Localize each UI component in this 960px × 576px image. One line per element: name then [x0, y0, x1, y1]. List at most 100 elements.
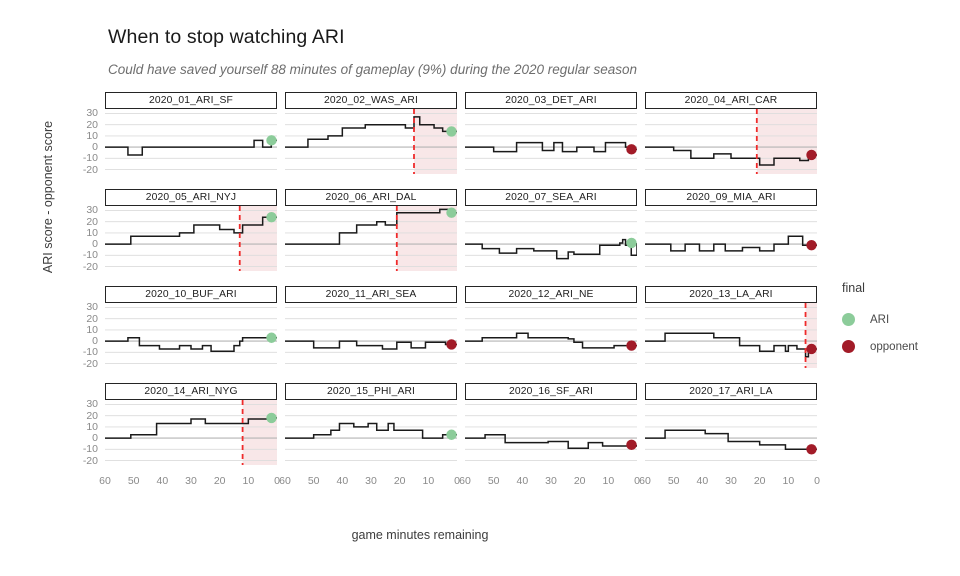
- y-tick-label: 10: [86, 420, 98, 433]
- facet-strip-label: 2020_14_ARI_NYG: [105, 383, 277, 400]
- x-tick-label: 40: [516, 475, 529, 487]
- facet-plot-area: [105, 206, 277, 271]
- facet-plot-area: [285, 303, 457, 368]
- x-tick-label: 50: [487, 475, 500, 487]
- x-tick-label: 20: [573, 475, 586, 487]
- score-differential-line: [285, 340, 457, 350]
- x-tick-label: 20: [753, 475, 766, 487]
- legend-item-label: opponent: [870, 340, 918, 353]
- final-result-dot: [266, 212, 277, 223]
- facet-strip-label: 2020_12_ARI_NE: [465, 286, 637, 303]
- facet-plot-area: [645, 206, 817, 271]
- facet-plot-area: [645, 303, 817, 368]
- x-tick-label: 30: [185, 475, 197, 487]
- x-tick-label: 60: [639, 475, 651, 487]
- score-differential-line: [645, 429, 817, 451]
- x-tick-label: 30: [545, 475, 557, 487]
- final-result-dot: [806, 240, 817, 251]
- y-tick-label: 20: [86, 118, 98, 131]
- final-result-dot: [806, 149, 817, 161]
- facet-panel: 2020_16_SF_ARI: [465, 383, 637, 465]
- facet-plot-area: [465, 303, 637, 368]
- facet-panel: 2020_12_ARI_NE: [465, 286, 637, 368]
- x-tick-label: 60: [459, 475, 471, 487]
- skippable-region: [756, 109, 817, 174]
- facet-panel: 2020_04_ARI_CAR: [645, 92, 817, 174]
- legend-dot-icon: [842, 340, 855, 353]
- facet-panel: 2020_05_ARI_NYJ: [105, 189, 277, 271]
- facet-strip-label: 2020_13_LA_ARI: [645, 286, 817, 303]
- y-tick-label: -10: [82, 443, 98, 456]
- y-tick-label: 0: [92, 335, 98, 348]
- facet-strip-label: 2020_17_ARI_LA: [645, 383, 817, 400]
- y-tick-label: -20: [82, 260, 98, 273]
- x-tick-label: 50: [667, 475, 680, 487]
- facet-plot-area: [285, 109, 457, 174]
- facet-strip-label: 2020_09_MIA_ARI: [645, 189, 817, 206]
- facet-strip-label: 2020_07_SEA_ARI: [465, 189, 637, 206]
- facet-plot-area: [105, 303, 277, 368]
- facet-strip-label: 2020_15_PHI_ARI: [285, 383, 457, 400]
- facet-plot-area: [105, 400, 277, 465]
- x-tick-label: 40: [696, 475, 709, 487]
- x-tick-label: 20: [393, 475, 406, 487]
- y-tick-label: 0: [92, 238, 98, 251]
- x-tick-label: 50: [307, 475, 320, 487]
- facet-panel: 2020_02_WAS_ARI: [285, 92, 457, 174]
- legend-title: final: [842, 281, 865, 295]
- facet-strip-label: 2020_02_WAS_ARI: [285, 92, 457, 109]
- facet-panel: 2020_13_LA_ARI: [645, 286, 817, 368]
- y-tick-label: -20: [82, 163, 98, 176]
- y-tick-label: -10: [82, 152, 98, 165]
- y-tick-label: 30: [86, 398, 98, 411]
- y-tick-label: 10: [86, 226, 98, 239]
- y-tick-label: 30: [86, 301, 98, 314]
- facet-panel: 2020_03_DET_ARI: [465, 92, 637, 174]
- y-tick-label: 30: [86, 107, 98, 120]
- facet-plot-area: [465, 206, 637, 271]
- legend-item[interactable]: ARI: [842, 306, 918, 333]
- y-tick-label: 20: [86, 215, 98, 228]
- facet-plot-area: [465, 400, 637, 465]
- score-differential-line: [465, 433, 637, 449]
- x-tick-label: 10: [422, 475, 435, 487]
- legend-dot-icon: [842, 313, 855, 326]
- x-tick-label: 40: [156, 475, 169, 487]
- page-subtitle: Could have saved yourself 88 minutes of …: [108, 62, 638, 77]
- final-result-dot: [266, 412, 277, 424]
- facet-strip-label: 2020_11_ARI_SEA: [285, 286, 457, 303]
- facet-strip-label: 2020_03_DET_ARI: [465, 92, 637, 109]
- skippable-region: [805, 303, 817, 368]
- facet-plot-area: [285, 206, 457, 271]
- legend-item[interactable]: opponent: [842, 333, 918, 360]
- facet-panel: 2020_09_MIA_ARI: [645, 189, 817, 271]
- x-tick-label: 10: [602, 475, 615, 487]
- y-tick-label: 0: [92, 141, 98, 154]
- final-result-dot: [266, 332, 277, 343]
- y-axis-label: ARI score - opponent score: [41, 120, 55, 274]
- y-tick-label: 0: [92, 432, 98, 445]
- facet-panel: 2020_10_BUF_ARI: [105, 286, 277, 368]
- final-result-dot: [626, 340, 637, 351]
- final-result-dot: [626, 439, 637, 451]
- x-axis-label: game minutes remaining: [351, 528, 489, 542]
- y-tick-label: 20: [86, 312, 98, 325]
- x-tick-label: 30: [365, 475, 377, 487]
- y-tick-label: -10: [82, 249, 98, 262]
- facet-strip-label: 2020_16_SF_ARI: [465, 383, 637, 400]
- legend-item-label: ARI: [870, 313, 890, 326]
- final-result-dot: [446, 429, 457, 440]
- facet-panel: 2020_15_PHI_ARI: [285, 383, 457, 465]
- page-title: When to stop watching ARI: [108, 26, 345, 48]
- x-tick-label: 30: [725, 475, 737, 487]
- facet-panel: 2020_01_ARI_SF: [105, 92, 277, 174]
- y-tick-label: 10: [86, 129, 98, 142]
- facet-panel: 2020_06_ARI_DAL: [285, 189, 457, 271]
- facet-plot-area: [645, 109, 817, 174]
- final-result-dot: [446, 339, 457, 350]
- x-tick-label: 60: [279, 475, 291, 487]
- facet-plot-area: [645, 400, 817, 465]
- x-tick-label: 10: [242, 475, 255, 487]
- facet-plot-area: [465, 109, 637, 174]
- facet-plot-area: [105, 109, 277, 174]
